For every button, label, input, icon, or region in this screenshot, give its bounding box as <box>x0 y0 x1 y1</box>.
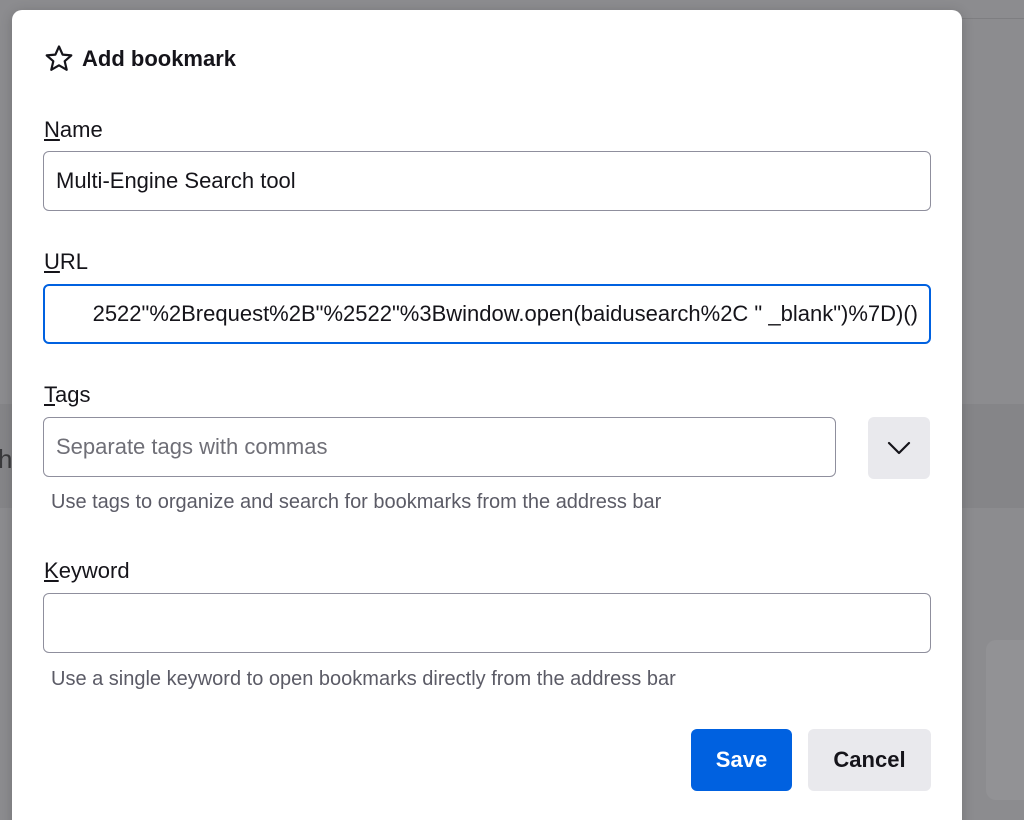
tags-input-placeholder: Separate tags with commas <box>56 434 328 459</box>
dialog-header: Add bookmark <box>44 44 236 74</box>
name-label-text: ame <box>59 117 103 142</box>
tags-dropdown-button[interactable] <box>868 417 930 479</box>
name-label: Name <box>44 117 103 143</box>
background-partial-text: h <box>0 444 13 474</box>
tags-label-accesskey: T <box>44 382 55 407</box>
url-input[interactable]: 2522"%2Brequest%2B"%2522"%3Bwindow.open(… <box>43 284 931 344</box>
name-input[interactable]: Multi-Engine Search tool <box>43 151 931 211</box>
name-label-accesskey: N <box>44 117 60 142</box>
tags-label-text: ags <box>55 382 91 407</box>
url-label-accesskey: U <box>44 249 60 274</box>
url-label-text: RL <box>59 249 89 274</box>
name-input-value: Multi-Engine Search tool <box>56 168 296 193</box>
tags-label: Tags <box>44 382 90 408</box>
keyword-label-accesskey: K <box>44 558 59 583</box>
star-icon <box>45 45 73 71</box>
url-input-value: 2522"%2Brequest%2B"%2522"%3Bwindow.open(… <box>92 301 918 326</box>
keyword-label: Keyword <box>44 558 130 584</box>
tags-hint: Use tags to organize and search for book… <box>51 491 662 513</box>
keyword-hint: Use a single keyword to open bookmarks d… <box>51 668 676 690</box>
background-toolbar-edge <box>962 0 1024 19</box>
add-bookmark-dialog: Add bookmark Name Multi-Engine Search to… <box>12 10 962 820</box>
keyword-input[interactable] <box>43 593 931 653</box>
dialog-title: Add bookmark <box>82 46 237 71</box>
cancel-button[interactable]: Cancel <box>808 729 931 791</box>
keyword-label-text: eyword <box>58 558 130 583</box>
save-button[interactable]: Save <box>691 729 792 791</box>
tags-input[interactable]: Separate tags with commas <box>43 417 836 477</box>
url-label: URL <box>44 249 88 275</box>
chevron-down-icon <box>887 441 911 455</box>
background-card <box>986 640 1024 800</box>
